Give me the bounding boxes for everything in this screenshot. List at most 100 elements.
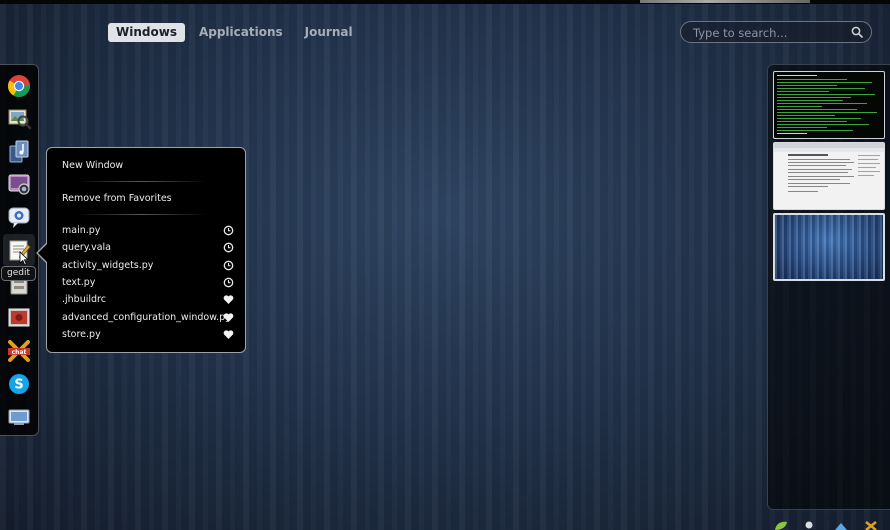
recent-icon bbox=[223, 225, 234, 236]
overview-screen: Windows Applications Journal Type to sea… bbox=[0, 0, 890, 530]
thumb-detail bbox=[788, 183, 850, 184]
dash-tooltip: gedit bbox=[1, 266, 36, 281]
network-icon[interactable] bbox=[834, 521, 848, 530]
menu-doc-item[interactable]: text.py bbox=[62, 275, 234, 290]
menu-doc-label: .jhbuildrc bbox=[62, 294, 106, 305]
thumb-detail bbox=[777, 115, 835, 116]
thumb-detail bbox=[788, 165, 846, 166]
svg-text:chat: chat bbox=[12, 349, 27, 356]
workspace-thumbnail-browser[interactable] bbox=[773, 142, 885, 210]
menu-doc-label: advanced_configuration_window.py bbox=[62, 312, 231, 323]
menu-doc-item[interactable]: .jhbuildrc bbox=[62, 292, 234, 307]
dash-item-presentation[interactable] bbox=[6, 305, 32, 331]
favorite-heart-icon bbox=[223, 295, 234, 304]
menu-doc-item[interactable]: store.py bbox=[62, 327, 234, 342]
thumb-detail bbox=[777, 91, 829, 92]
app-context-menu: New Window Remove from Favorites main.py… bbox=[46, 147, 246, 353]
menu-doc-item[interactable]: query.vala bbox=[62, 240, 234, 255]
menu-arrow bbox=[38, 243, 48, 263]
thumb-detail bbox=[777, 100, 843, 101]
thumb-detail bbox=[777, 121, 847, 122]
menu-doc-item[interactable]: activity_widgets.py bbox=[62, 258, 234, 273]
thumb-detail bbox=[777, 118, 861, 119]
chrome-icon bbox=[8, 75, 30, 97]
search-box bbox=[680, 21, 872, 43]
thumb-detail bbox=[788, 176, 854, 177]
thumb-detail bbox=[788, 169, 852, 170]
workspace-switcher bbox=[767, 64, 890, 510]
remote-desktop-icon bbox=[8, 409, 30, 425]
thumb-detail bbox=[788, 172, 848, 173]
menu-item-new-window[interactable]: New Window bbox=[62, 158, 234, 173]
menu-item-remove-from-favorites[interactable]: Remove from Favorites bbox=[62, 191, 234, 206]
thumb-detail bbox=[858, 159, 878, 160]
recent-icon bbox=[223, 260, 234, 271]
thumb-detail bbox=[777, 130, 853, 131]
thumb-detail bbox=[788, 186, 828, 187]
thumb-detail bbox=[777, 94, 875, 95]
menu-doc-label: main.py bbox=[62, 225, 101, 236]
thumb-detail bbox=[788, 154, 828, 156]
magnifier-photo-icon bbox=[8, 109, 32, 130]
thumb-detail bbox=[777, 124, 869, 125]
user-icon[interactable] bbox=[804, 521, 814, 530]
dash-item-empathy[interactable] bbox=[6, 204, 32, 230]
favorite-heart-icon bbox=[223, 330, 234, 339]
menu-doc-item[interactable]: main.py bbox=[62, 223, 234, 238]
thumb-detail bbox=[777, 103, 867, 104]
thumb-detail bbox=[777, 109, 857, 110]
thumb-detail bbox=[777, 85, 837, 86]
menu-doc-label: text.py bbox=[62, 277, 96, 288]
dash-item-xchat[interactable]: chat bbox=[6, 338, 32, 364]
view-selector: Windows Applications Journal bbox=[108, 23, 361, 42]
thumb-detail bbox=[777, 106, 822, 107]
favorite-heart-icon bbox=[223, 313, 234, 322]
menu-separator bbox=[77, 181, 207, 182]
music-icon bbox=[9, 140, 29, 163]
menu-doc-label: activity_widgets.py bbox=[62, 260, 154, 271]
recent-icon bbox=[223, 277, 234, 288]
thumb-detail bbox=[858, 163, 880, 164]
workspace-thumbnail-terminal[interactable] bbox=[773, 71, 885, 139]
thumb-detail bbox=[788, 179, 840, 180]
search-input[interactable] bbox=[691, 24, 845, 42]
thumb-detail bbox=[777, 82, 872, 83]
dash-item-chrome[interactable] bbox=[6, 73, 32, 99]
svg-text:S: S bbox=[14, 378, 23, 393]
thumb-detail bbox=[777, 127, 827, 128]
thumb-detail bbox=[777, 112, 877, 113]
dash-item-music-player[interactable] bbox=[6, 138, 32, 164]
thumb-detail bbox=[777, 75, 817, 76]
top-panel-highlight bbox=[640, 0, 810, 3]
thumb-detail bbox=[774, 148, 884, 152]
thumb-detail bbox=[788, 191, 818, 192]
leaf-icon[interactable] bbox=[774, 521, 788, 530]
tab-journal[interactable]: Journal bbox=[297, 23, 361, 42]
dash-item-screenshot[interactable] bbox=[6, 171, 32, 197]
thumb-detail bbox=[858, 175, 874, 176]
thumb-detail bbox=[858, 155, 880, 156]
dash-item-image-viewer[interactable] bbox=[6, 105, 32, 131]
workspace-thumbnail-active[interactable] bbox=[773, 213, 885, 281]
recent-icon bbox=[223, 242, 234, 253]
dash-item-remote-desktop[interactable] bbox=[6, 404, 32, 430]
camera-icon bbox=[8, 174, 30, 195]
dash-item-skype[interactable]: S bbox=[6, 371, 32, 397]
chat-icon bbox=[8, 207, 30, 228]
presentation-icon bbox=[8, 308, 30, 327]
xchat-icon: chat bbox=[8, 340, 30, 362]
thumb-detail bbox=[777, 79, 847, 80]
thumb-detail bbox=[858, 167, 876, 168]
tab-applications[interactable]: Applications bbox=[191, 23, 291, 42]
tab-windows[interactable]: Windows bbox=[108, 23, 185, 42]
menu-separator bbox=[77, 214, 207, 215]
skype-icon: S bbox=[9, 374, 29, 394]
xchat-tray-icon[interactable] bbox=[864, 521, 878, 530]
menu-doc-item[interactable]: advanced_configuration_window.py bbox=[62, 310, 234, 325]
thumb-detail bbox=[777, 88, 865, 89]
dash: chat S bbox=[0, 64, 39, 436]
search-icon[interactable] bbox=[851, 26, 863, 38]
menu-doc-label: store.py bbox=[62, 329, 101, 340]
thumb-detail bbox=[777, 133, 807, 134]
mouse-cursor-icon bbox=[19, 251, 29, 266]
